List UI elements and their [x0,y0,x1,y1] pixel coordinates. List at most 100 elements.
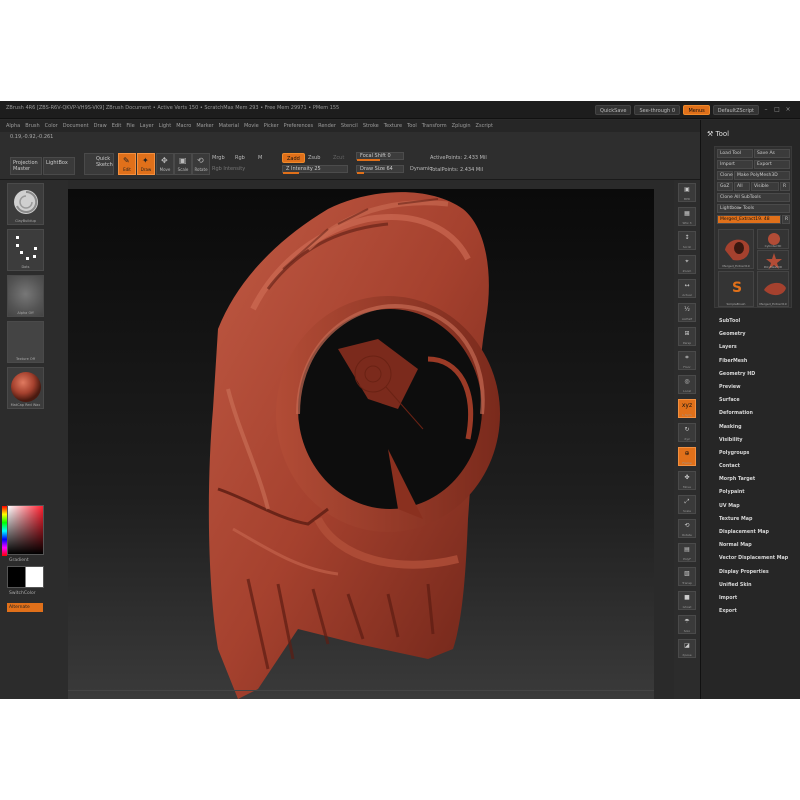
tool-tile-merged-extract[interactable]: Merged_Extract19 [718,229,754,269]
gradient-label[interactable]: Gradient [9,558,29,563]
minimize-icon[interactable]: – [762,106,770,114]
menu-marker[interactable]: Marker [196,120,213,132]
menu-zscript[interactable]: Zscript [476,120,493,132]
tool-submenu-contact[interactable]: Contact [719,460,788,473]
shelf-button-zoom[interactable]: ⌖ Zoom [678,255,696,274]
quick-sketch-button[interactable]: Quick Sketch [84,153,114,175]
rotate-button[interactable]: ⟲ Rotate [192,153,210,175]
shelf-button-l-sym[interactable]: xyz L.Sym [678,399,696,418]
dynamic-button[interactable]: Dynamic [410,166,432,172]
lightbox-tools-button[interactable]: Lightbox▸ Tools [717,204,790,213]
z-intensity-slider[interactable]: Z Intensity 25 [282,165,348,174]
stroke-thumbnail[interactable]: Dots [7,229,44,271]
tool-submenu-export[interactable]: Export [719,605,788,618]
menu-transform[interactable]: Transform [422,120,447,132]
zsub-button[interactable]: Zsub [308,155,320,161]
tool-tile-simplebrush[interactable]: S SimpleBrush [718,271,754,307]
tool-submenu-subtool[interactable]: SubTool [719,315,788,328]
zcut-button[interactable]: Zcut [333,155,344,161]
import-button[interactable]: Import [717,160,753,169]
switch-color-label[interactable]: SwitchColor [9,591,36,596]
tool-submenu-fibermesh[interactable]: FiberMesh [719,355,788,368]
menu-material[interactable]: Material [219,120,239,132]
tool-panel-title[interactable]: ⚒ Tool [707,130,729,138]
edit-button[interactable]: ✎ Edit [118,153,136,175]
shelf-button-xpose[interactable]: ◪ Xpose [678,639,696,658]
mrgb-button[interactable]: Mrgb [212,155,225,161]
projection-master-button[interactable]: Projection Master [10,157,42,175]
color-picker[interactable] [2,505,44,556]
shelf-button-polyf[interactable]: ▤ PolyF [678,543,696,562]
menu-preferences[interactable]: Preferences [284,120,313,132]
menu-layer[interactable]: Layer [140,120,154,132]
tool-submenu-texture-map[interactable]: Texture Map [719,513,788,526]
clone-all-subtools-button[interactable]: Clone All SubTools [717,193,790,202]
shelf-button-bpr[interactable]: ▣ BPR [678,183,696,202]
lightbox-button[interactable]: LightBox [43,157,75,175]
make-polymesh-button[interactable]: Make PolyMesh3D [734,171,790,180]
zadd-button[interactable]: Zadd [282,153,305,163]
shelf-button-ghost[interactable]: ■ Ghost [678,591,696,610]
shelf-button-aahalf[interactable]: ½ AAHalf [678,303,696,322]
tool-submenu-morph-target[interactable]: Morph Target [719,473,788,486]
shelf-button-rotate[interactable]: ⟲ Rotate [678,519,696,538]
alternate-button[interactable]: Alternate [7,603,43,612]
tool-submenu-geometry-hd[interactable]: Geometry HD [719,368,788,381]
tool-submenu-uv-map[interactable]: UV Map [719,500,788,513]
export-button[interactable]: Export [754,160,790,169]
menu-tool[interactable]: Tool [407,120,417,132]
tool-submenu-surface[interactable]: Surface [719,394,788,407]
tool-submenu-polypaint[interactable]: Polypaint [719,486,788,499]
menu-stroke[interactable]: Stroke [363,120,379,132]
m-button[interactable]: M [258,155,262,161]
shelf-button-floor[interactable]: ⌗ Floor [678,351,696,370]
menu-picker[interactable]: Picker [264,120,279,132]
material-thumbnail[interactable]: MatCap Red Wax [7,367,44,409]
shelf-button-scale[interactable]: ⤢ Scale [678,495,696,514]
menu-edit[interactable]: Edit [112,120,122,132]
move-button[interactable]: ✥ Move [156,153,174,175]
tool-submenu-deformation[interactable]: Deformation [719,407,788,420]
quicksave-button[interactable]: QuickSave [595,105,632,115]
default-zscript-button[interactable]: DefaultZScript [712,105,759,115]
tool-tile-merged-extract-2[interactable]: Merged_Extract19 [757,271,789,307]
load-tool-button[interactable]: Load Tool [717,149,753,158]
menus-button[interactable]: Menus [683,105,710,115]
menu-draw[interactable]: Draw [94,120,107,132]
tool-submenu-import[interactable]: Import [719,592,788,605]
tool-submenu-normal-map[interactable]: Normal Map [719,539,788,552]
tool-submenu-preview[interactable]: Preview [719,381,788,394]
shelf-button-spix-3[interactable]: ▦ SPix 3 [678,207,696,226]
draw-size-slider[interactable]: Draw Size 64 [356,165,404,174]
tool-submenu-displacement-map[interactable]: Displacement Map [719,526,788,539]
menu-brush[interactable]: Brush [25,120,39,132]
menu-file[interactable]: File [126,120,134,132]
current-tool-slider[interactable]: Merged_Extract19. 48 [717,215,781,224]
tool-tile-cylinder[interactable]: Cylinder3D [757,229,789,249]
tool-submenu-display-properties[interactable]: Display Properties [719,566,788,579]
shelf-button-persp[interactable]: ⊞ Persp [678,327,696,346]
menu-macro[interactable]: Macro [176,120,191,132]
rgb-button[interactable]: Rgb [235,155,245,161]
shelf-button-frame[interactable]: ⊕ Frame [678,447,696,466]
menu-movie[interactable]: Movie [244,120,259,132]
shelf-button-scroll[interactable]: ↕ Scroll [678,231,696,250]
r-button[interactable]: R [780,182,790,191]
maximize-icon[interactable]: □ [773,106,781,114]
shelf-button-move[interactable]: ✤ Move [678,471,696,490]
shelf-button-transp[interactable]: ▧ Transp [678,567,696,586]
draw-button[interactable]: ✦ Draw [137,153,155,175]
tool-submenu-visibility[interactable]: Visibility [719,434,788,447]
save-as-button[interactable]: Save As [754,149,790,158]
shelf-button-local[interactable]: ◎ Local [678,375,696,394]
alpha-thumbnail[interactable]: Alpha Off [7,275,44,317]
canvas-viewport[interactable] [68,189,654,699]
rgb-intensity-slider[interactable]: Rgb Intensity [212,166,245,172]
clone-button[interactable]: Clone [717,171,733,180]
menu-document[interactable]: Document [63,120,89,132]
menu-zplugin[interactable]: Zplugin [452,120,471,132]
tool-submenu-vector-displacement-map[interactable]: Vector Displacement Map [719,552,788,565]
tool-submenu-masking[interactable]: Masking [719,421,788,434]
texture-thumbnail[interactable]: Texture Off [7,321,44,363]
menu-color[interactable]: Color [45,120,58,132]
